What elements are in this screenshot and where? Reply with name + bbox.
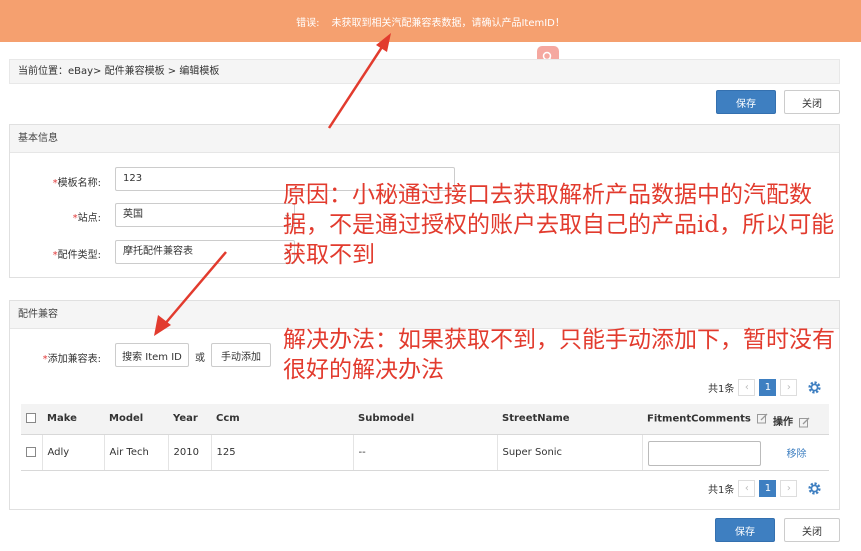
template-name-label: *模板名称: bbox=[52, 178, 101, 189]
error-message: 未获取到相关汽配兼容表数据，请确认产品ItemID！ bbox=[331, 17, 565, 29]
part-type-select[interactable]: 摩托配件兼容表 ⌄ bbox=[115, 240, 295, 264]
site-value: 英国 bbox=[123, 209, 143, 220]
table-row: Adly Air Tech 2010 125 -- Super Sonic 移除 bbox=[21, 434, 829, 471]
part-type-label: *配件类型: bbox=[52, 250, 101, 261]
site-label: *站点: bbox=[72, 213, 101, 224]
close-button-bottom[interactable]: 关闭 bbox=[784, 518, 840, 542]
manual-add-button[interactable]: 手动添加 bbox=[211, 343, 271, 367]
fitment-comments-label: FitmentComments bbox=[647, 413, 751, 425]
error-banner: 错误: 未获取到相关汽配兼容表数据，请确认产品ItemID！ bbox=[0, 0, 861, 42]
pager-bottom: 共1条 ‹ 1 › bbox=[708, 480, 822, 497]
cell-ccm: 125 bbox=[210, 434, 353, 471]
prev-page-button[interactable]: ‹ bbox=[738, 480, 756, 497]
edit-icon[interactable] bbox=[799, 417, 810, 428]
col-fitment-comments: FitmentComments 操作 bbox=[642, 404, 829, 435]
search-item-id-button[interactable]: 搜索 Item ID bbox=[115, 343, 189, 367]
edit-icon[interactable] bbox=[757, 413, 768, 424]
or-text: 或 bbox=[195, 353, 205, 364]
save-button-bottom[interactable]: 保存 bbox=[715, 518, 775, 542]
next-page-button[interactable]: › bbox=[780, 480, 798, 497]
pager-total: 共1条 bbox=[708, 485, 735, 496]
add-compat-label: *添加兼容表: bbox=[42, 354, 101, 365]
cell-year: 2010 bbox=[167, 434, 211, 471]
col-make: Make bbox=[42, 404, 104, 435]
basic-info-title: 基本信息 bbox=[10, 125, 839, 153]
error-label: 错误: bbox=[296, 17, 320, 29]
row-checkbox[interactable] bbox=[21, 434, 42, 471]
save-button-top[interactable]: 保存 bbox=[716, 90, 776, 114]
select-all-checkbox[interactable] bbox=[21, 404, 42, 435]
site-select[interactable]: 英国 ⌄ bbox=[115, 203, 295, 227]
cell-streetname: Super Sonic bbox=[496, 434, 642, 471]
col-model: Model bbox=[104, 404, 168, 435]
cell-model: Air Tech bbox=[103, 434, 168, 471]
annotation-reason: 原因：小秘通过接口去获取解析产品数据中的汽配数据，不是通过授权的账户去取自己的产… bbox=[283, 182, 835, 268]
gear-icon[interactable] bbox=[807, 481, 822, 496]
remove-link[interactable]: 移除 bbox=[787, 445, 807, 460]
breadcrumb: 当前位置：eBay> 配件兼容模板 > 编辑模板 bbox=[9, 59, 840, 84]
col-year: Year bbox=[168, 404, 211, 435]
cell-submodel: -- bbox=[352, 434, 497, 471]
col-ccm: Ccm bbox=[211, 404, 353, 435]
col-submodel: Submodel bbox=[353, 404, 497, 435]
action-header-label: 操作 bbox=[773, 417, 793, 428]
page-number-button[interactable]: 1 bbox=[759, 480, 777, 497]
cell-comment: 移除 bbox=[641, 434, 829, 471]
col-streetname: StreetName bbox=[497, 404, 642, 435]
cell-make: Adly bbox=[41, 434, 104, 471]
col-action: 操作 bbox=[773, 413, 810, 428]
close-button-top[interactable]: 关闭 bbox=[784, 90, 840, 114]
annotation-solution: 解决办法：如果获取不到，只能手动添加下，暂时没有很好的解决办法 bbox=[283, 327, 835, 383]
fitment-table: Make Model Year Ccm Submodel StreetName … bbox=[21, 404, 829, 471]
fitment-comment-input[interactable] bbox=[647, 440, 761, 466]
part-type-value: 摩托配件兼容表 bbox=[123, 246, 193, 257]
